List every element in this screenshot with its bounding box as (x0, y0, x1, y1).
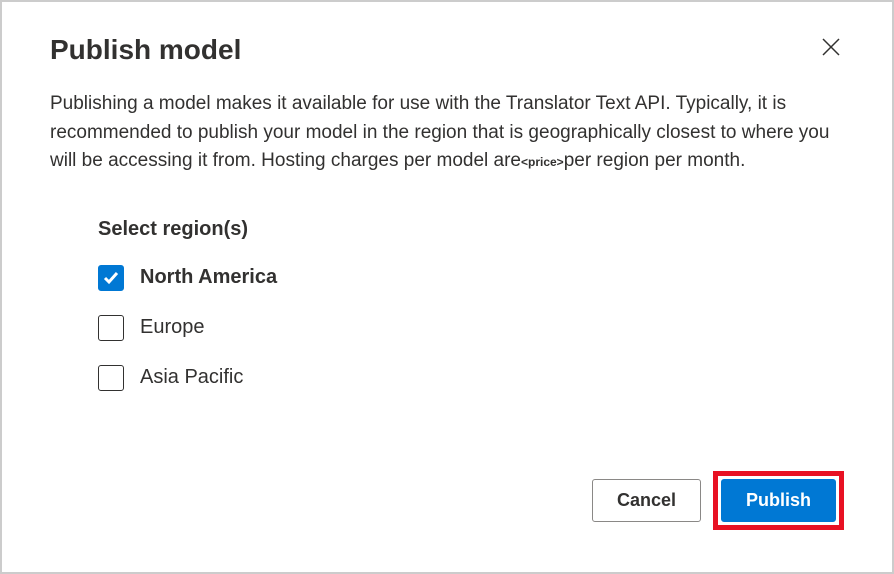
dialog-button-row: Cancel Publish (592, 471, 844, 530)
region-label-north-america: North America (140, 266, 277, 289)
region-section-label: Select region(s) (98, 218, 844, 241)
region-label-asia-pacific: Asia Pacific (140, 366, 243, 389)
region-section: Select region(s) North America Europe As… (98, 218, 844, 391)
close-icon (822, 38, 840, 56)
region-option-north-america[interactable]: North America (98, 265, 844, 291)
close-button[interactable] (818, 34, 844, 64)
region-option-europe[interactable]: Europe (98, 315, 844, 341)
checkbox-asia-pacific[interactable] (98, 365, 124, 391)
region-option-asia-pacific[interactable]: Asia Pacific (98, 365, 844, 391)
cancel-button[interactable]: Cancel (592, 479, 701, 522)
publish-model-dialog: Publish model Publishing a model makes i… (2, 2, 892, 572)
dialog-description: Publishing a model makes it available fo… (50, 90, 844, 176)
publish-button[interactable]: Publish (721, 479, 836, 522)
publish-highlight: Publish (713, 471, 844, 530)
dialog-header: Publish model (50, 34, 844, 66)
dialog-title: Publish model (50, 34, 241, 66)
checkbox-north-america[interactable] (98, 265, 124, 291)
description-text-2: per region per month. (564, 150, 746, 171)
price-placeholder: <price> (521, 155, 564, 169)
checkbox-europe[interactable] (98, 315, 124, 341)
checkmark-icon (102, 269, 120, 287)
region-label-europe: Europe (140, 316, 205, 339)
